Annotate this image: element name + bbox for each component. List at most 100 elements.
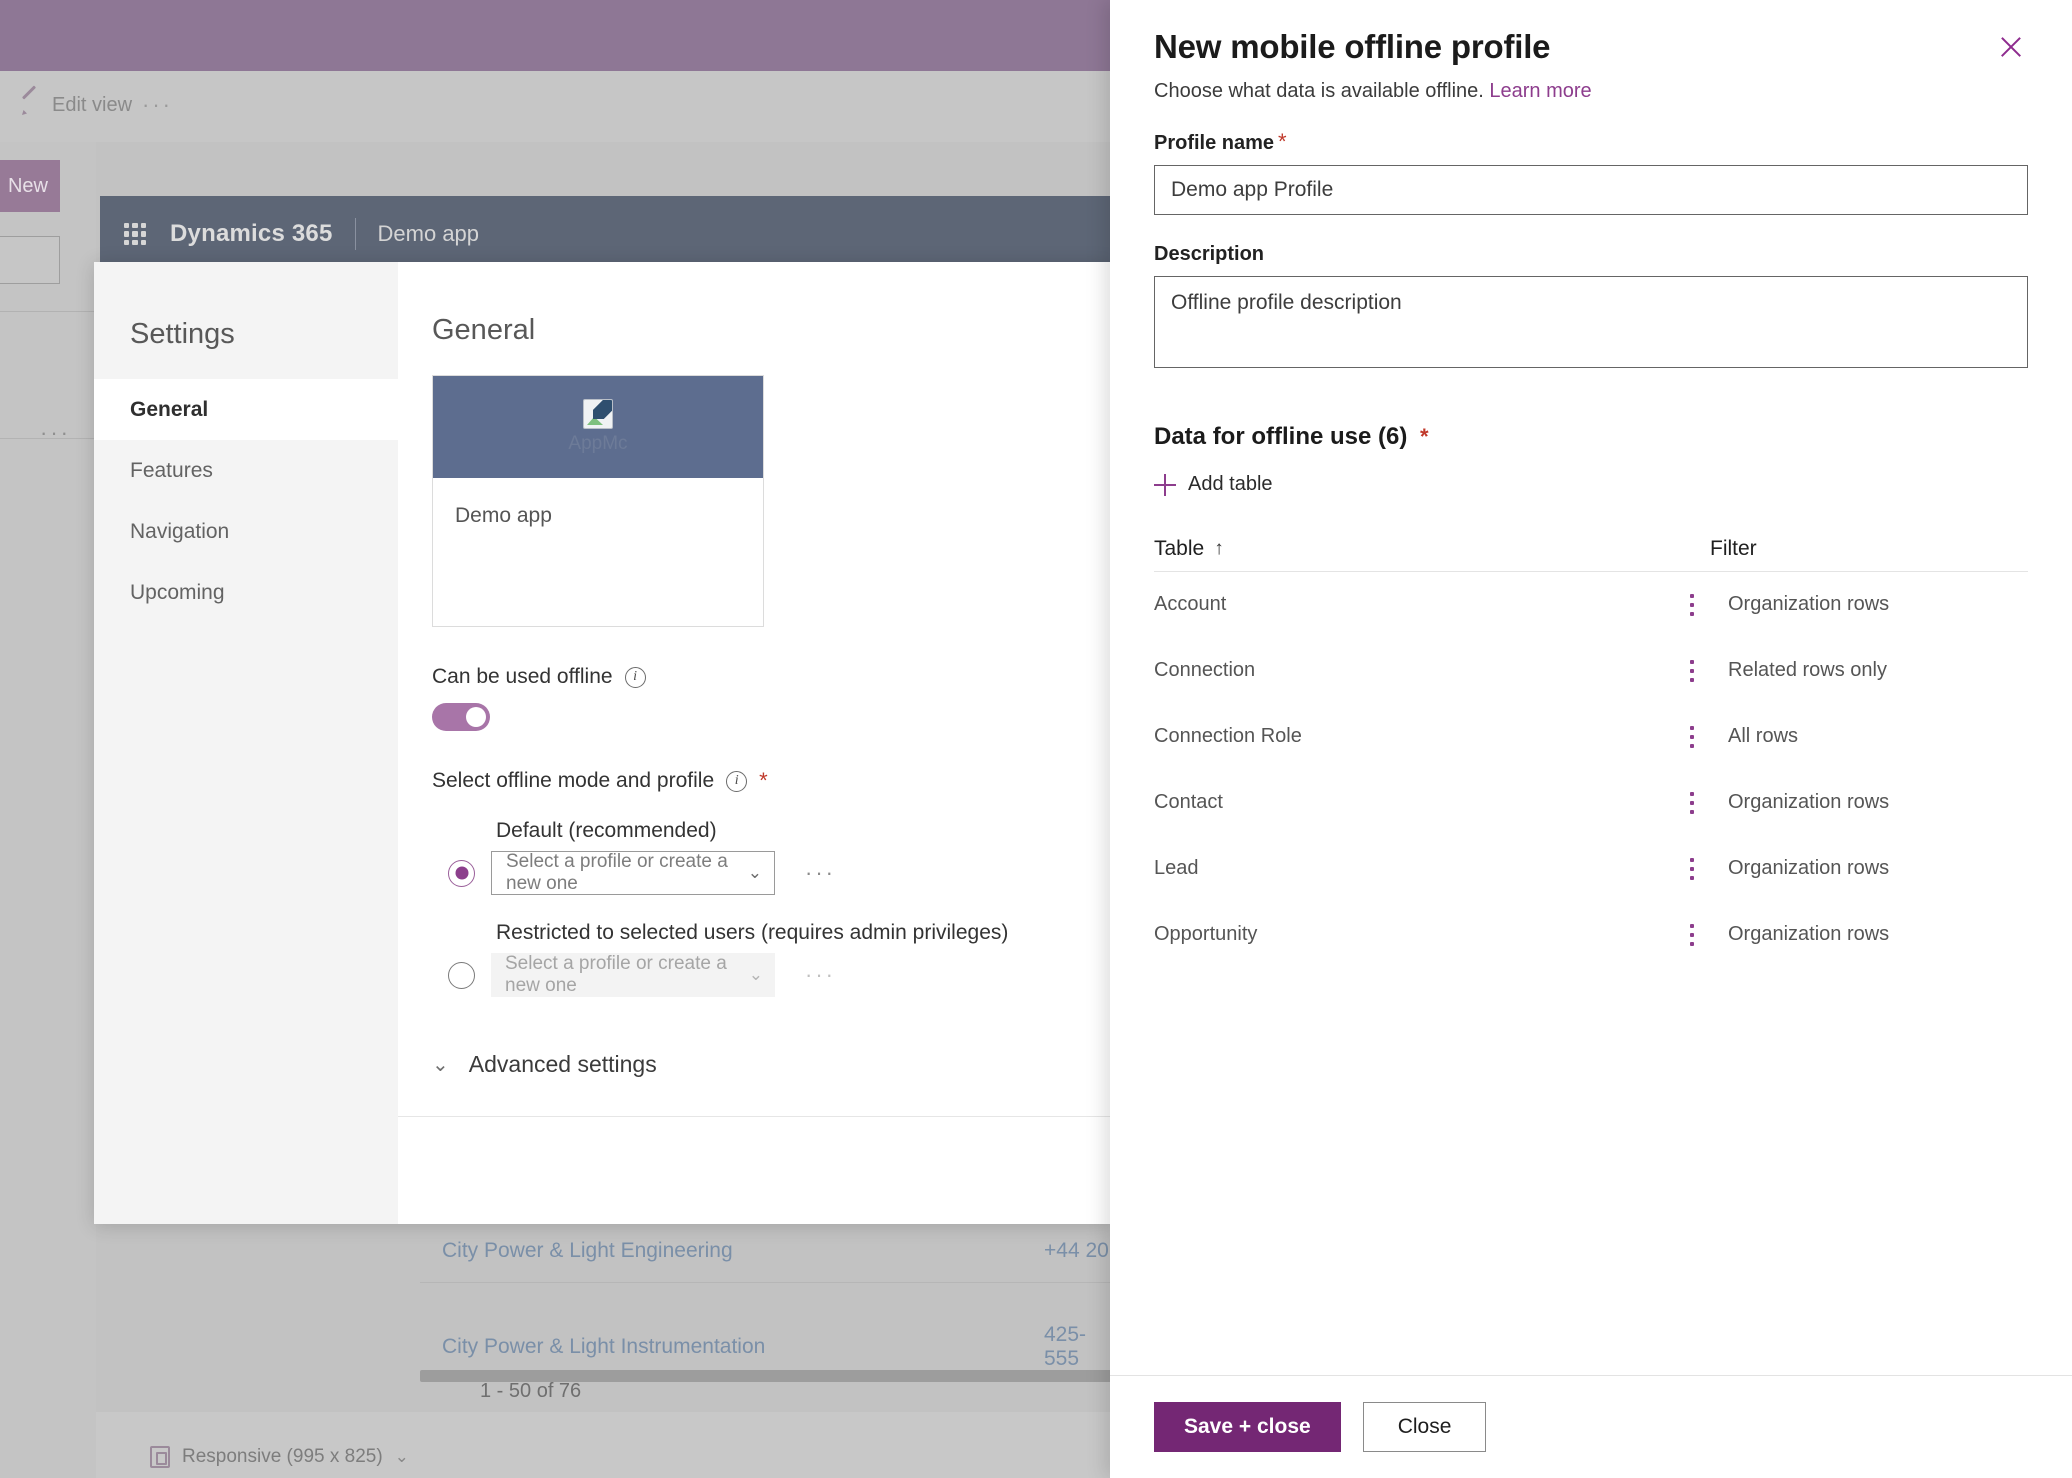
default-profile-select[interactable]: Select a profile or create a new one ⌄ (491, 851, 775, 895)
new-record-label: New (7, 174, 48, 197)
offline-mode-radio-group: Default (recommended) Select a profile o… (432, 819, 1112, 997)
app-card-body: Demo app (433, 478, 763, 626)
table-row[interactable]: City Power & Light Instrumentation 425-5… (420, 1316, 1112, 1378)
cell-filter: Organization rows (1728, 791, 1890, 813)
table-row[interactable]: Contact Organization rows (1154, 770, 2028, 836)
radio-row-default: Select a profile or create a new one ⌄ ·… (436, 851, 1112, 895)
plus-icon (1154, 473, 1176, 496)
background-divider-b (0, 438, 100, 439)
new-mobile-offline-profile-panel: New mobile offline profile Choose what d… (1110, 0, 2072, 1478)
radio-row-restricted: Select a profile or create a new one ⌄ ·… (436, 953, 1112, 997)
row-more-options-icon[interactable] (1674, 593, 1710, 616)
panel-title: New mobile offline profile (1154, 28, 1551, 65)
table-row[interactable]: Connection Related rows only (1154, 638, 2028, 704)
learn-more-link[interactable]: Learn more (1489, 80, 1591, 102)
app-preview-card: AppMc Demo app (432, 375, 764, 627)
column-header-table[interactable]: Table ↑ (1154, 537, 1710, 561)
chevron-down-icon: ⌄ (747, 863, 762, 882)
app-thumbnail: AppMc (433, 376, 763, 478)
device-icon (150, 1446, 170, 1468)
record-count-label: 1 - 50 of 76 (480, 1380, 582, 1402)
chevron-down-icon[interactable]: ⌄ (395, 1447, 409, 1467)
background-divider-a (0, 311, 96, 312)
left-rail-overflow-icon[interactable]: ··· (40, 420, 71, 446)
cell-filter: Organization rows (1728, 857, 1890, 879)
device-size-selector[interactable]: Responsive (995 x 825) ⌄ (150, 1446, 409, 1468)
pencil-icon (20, 94, 42, 116)
close-icon[interactable] (1994, 30, 2028, 64)
table-row[interactable]: City Power & Light Engineering +44 20 (420, 1220, 1112, 1283)
row-more-options-icon[interactable] (1674, 725, 1710, 748)
advanced-settings-toggle[interactable]: ⌄ Advanced settings (432, 1051, 1112, 1078)
record-phone: 425-555 (1044, 1323, 1087, 1370)
table-row[interactable]: Lead Organization rows (1154, 836, 2028, 902)
edit-view-command[interactable]: Edit view ··· (20, 92, 173, 118)
default-profile-placeholder: Select a profile or create a new one (506, 851, 728, 894)
background-search-box[interactable] (0, 236, 60, 284)
sidebar-item-upcoming[interactable]: Upcoming (94, 562, 398, 623)
close-button[interactable]: Close (1362, 1402, 1487, 1452)
dynamics-app-header: Dynamics 365 Demo app (100, 196, 1112, 272)
radio-default-recommended[interactable] (448, 859, 475, 887)
sidebar-item-label: General (130, 397, 209, 421)
record-name[interactable]: City Power & Light Engineering (442, 1239, 733, 1263)
table-row[interactable]: Opportunity Organization rows (1154, 902, 2028, 968)
panel-subtitle-text: Choose what data is available offline. (1154, 80, 1484, 102)
cell-table-name: Connection Role (1154, 725, 1302, 747)
settings-sidebar: Settings General Features Navigation Upc… (94, 262, 398, 1224)
panel-body: New mobile offline profile Choose what d… (1110, 0, 2072, 1375)
offline-tables-table: Table ↑ Filter Account Organization rows… (1154, 527, 2028, 968)
table-row[interactable]: Connection Role All rows (1154, 704, 2028, 770)
record-name[interactable]: City Power & Light Instrumentation (442, 1335, 765, 1359)
row-more-options-icon[interactable] (1674, 857, 1710, 880)
column-header-filter[interactable]: Filter (1710, 537, 2028, 561)
sidebar-item-navigation[interactable]: Navigation (94, 501, 398, 562)
settings-dialog-title: Settings (130, 318, 235, 350)
save-and-close-button[interactable]: Save + close (1154, 1402, 1341, 1452)
data-section-title: Data for offline use (6) * (1154, 423, 2028, 451)
edit-view-label: Edit view (52, 93, 133, 116)
sidebar-item-features[interactable]: Features (94, 440, 398, 501)
cell-filter: Related rows only (1728, 659, 1887, 681)
new-record-button[interactable]: New (0, 160, 60, 212)
row-more-options-icon[interactable] (1674, 659, 1710, 682)
app-name-label: Demo app (377, 221, 480, 246)
sidebar-item-label: Features (130, 458, 213, 482)
row-more-options-icon[interactable] (1674, 791, 1710, 814)
settings-content-pane: General AppMc Demo app Can be used offli… (398, 262, 1112, 1224)
data-section-title-text: Data for offline use (6) (1154, 423, 1408, 450)
restricted-profile-overflow-icon: ··· (805, 962, 836, 987)
broken-image-alt-text: AppMc (568, 433, 628, 454)
table-header-row: Table ↑ Filter (1154, 527, 2028, 571)
row-more-options-icon[interactable] (1674, 923, 1710, 946)
can-be-used-offline-toggle[interactable] (432, 703, 490, 731)
info-icon[interactable]: i (726, 770, 748, 792)
default-profile-overflow-icon[interactable]: ··· (805, 860, 836, 886)
radio-restricted-users[interactable] (448, 961, 475, 989)
table-row[interactable]: Account Organization rows (1154, 572, 2028, 638)
app-settings-dialog: Settings General Features Navigation Upc… (94, 262, 1112, 1224)
waffle-menu-icon[interactable] (124, 223, 146, 245)
command-overflow-icon[interactable]: ··· (142, 92, 173, 118)
info-icon[interactable]: i (624, 666, 646, 688)
cell-filter: Organization rows (1728, 923, 1890, 945)
add-table-button[interactable]: Add table (1154, 473, 1273, 496)
record-phone: +44 20 (1044, 1239, 1109, 1262)
background-status-bar (96, 1412, 1112, 1478)
cell-filter: All rows (1728, 725, 1799, 747)
broken-image-icon (583, 399, 613, 429)
description-textarea[interactable] (1154, 276, 2028, 368)
sidebar-item-general[interactable]: General (94, 379, 398, 440)
description-label: Description (1154, 243, 2028, 266)
sidebar-item-label: Upcoming (130, 580, 225, 604)
profile-name-input[interactable] (1154, 165, 2028, 215)
panel-subtitle: Choose what data is available offline. L… (1154, 80, 2028, 103)
offline-mode-option-restricted: Restricted to selected users (requires a… (436, 921, 1112, 997)
page-title: General (432, 314, 536, 346)
radio-option-label: Restricted to selected users (requires a… (496, 921, 1009, 944)
offline-mode-option-default: Default (recommended) Select a profile o… (436, 819, 1112, 895)
cell-table-name: Opportunity (1154, 923, 1258, 945)
cell-table-name: Account (1154, 593, 1227, 615)
background-top-banner (0, 0, 1112, 71)
product-label: Dynamics 365 (170, 220, 333, 247)
